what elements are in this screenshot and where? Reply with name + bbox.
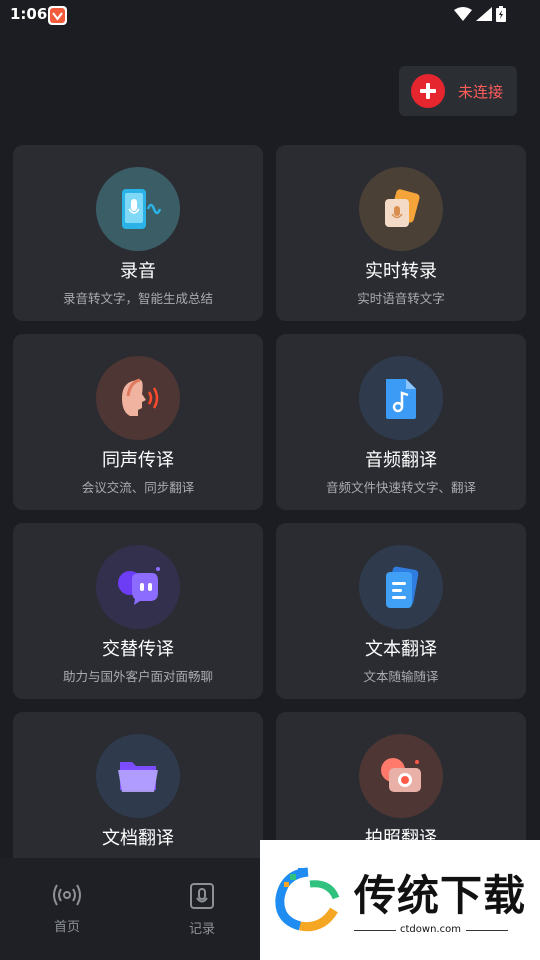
status-time: 1:06 [10, 5, 48, 23]
card-title: 同声传译 [102, 450, 174, 471]
chat-bubbles-icon [96, 545, 180, 629]
realtime-transcribe-icon [359, 167, 443, 251]
audio-file-icon [359, 356, 443, 440]
wifi-icon [454, 7, 472, 21]
card-description: 音频文件快速转文字、翻译 [325, 480, 476, 495]
camera-icon [359, 734, 443, 818]
status-indicators [454, 6, 506, 22]
text-document-icon [359, 545, 443, 629]
device-connect-button[interactable]: 未连接 [399, 66, 517, 116]
signal-icon [476, 7, 492, 21]
feature-card-audio-translation[interactable]: 音频翻译 音频文件快速转文字、翻译 [276, 334, 526, 510]
nav-item-records[interactable]: 记录 [167, 882, 237, 937]
feature-card-realtime-transcription[interactable]: 实时转录 实时语音转文字 [276, 145, 526, 321]
plus-icon [411, 74, 445, 108]
battery-icon [496, 6, 506, 22]
nav-item-home[interactable]: 首页 [32, 882, 102, 935]
card-description: 助力与国外客户面对面畅聊 [62, 669, 213, 684]
card-title: 录音 [120, 261, 156, 282]
connection-status-label: 未连接 [458, 82, 504, 101]
recording-phone-icon [96, 167, 180, 251]
card-description: 文本随输随译 [363, 669, 439, 684]
card-description: 实时语音转文字 [357, 291, 445, 306]
feature-card-text-translation[interactable]: 文本翻译 文本随输随译 [276, 523, 526, 699]
record-clip-icon [190, 883, 214, 909]
card-title: 实时转录 [365, 261, 437, 282]
feature-card-simultaneous-interpretation[interactable]: 同声传译 会议交流、同步翻译 [13, 334, 263, 510]
divider [466, 930, 508, 931]
broadcast-icon [53, 884, 81, 906]
divider [354, 930, 396, 931]
watermark-url: ctdown.com [400, 924, 461, 935]
feature-card-consecutive-interpretation[interactable]: 交替传译 助力与国外客户面对面畅聊 [13, 523, 263, 699]
feature-card-recording[interactable]: 录音 录音转文字，智能生成总结 [13, 145, 263, 321]
nav-label: 首页 [53, 920, 80, 935]
app-notification-icon [48, 6, 67, 25]
card-title: 文档翻译 [102, 828, 174, 849]
card-title: 文本翻译 [365, 639, 437, 660]
watermark-overlay: 传统下载 ctdown.com [260, 840, 540, 960]
card-title: 音频翻译 [365, 450, 437, 471]
status-bar: 1:06 [0, 0, 540, 32]
folder-icon [96, 734, 180, 818]
card-title: 交替传译 [102, 639, 174, 660]
nav-label: 记录 [188, 922, 215, 937]
watermark-text: 传统下载 [354, 871, 527, 920]
card-description: 录音转文字，智能生成总结 [62, 291, 213, 306]
card-description: 会议交流、同步翻译 [81, 480, 195, 495]
simultaneous-interpret-icon [96, 356, 180, 440]
site-logo-icon [275, 867, 340, 932]
